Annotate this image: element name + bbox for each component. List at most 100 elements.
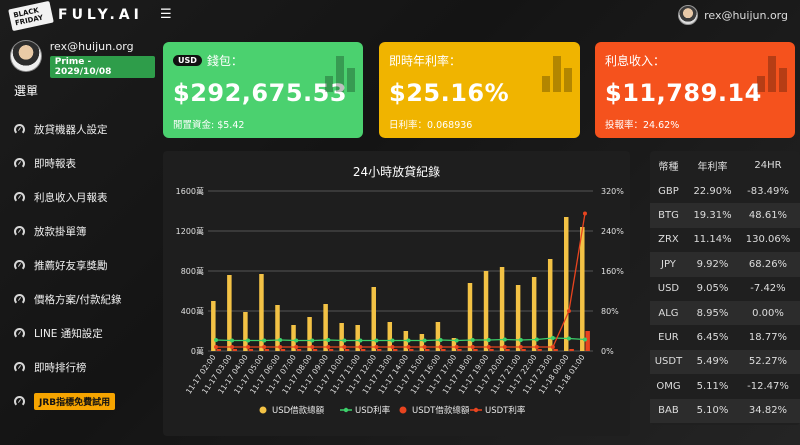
- table-row[interactable]: GBP 22.90% -83.49%: [650, 179, 800, 203]
- point-usdt-rate: [342, 345, 347, 349]
- sidebar-item-bot-settings[interactable]: 放貸機器人設定: [14, 112, 122, 146]
- bar-usdt-amount: [392, 349, 398, 351]
- point-usdt-rate: [518, 345, 523, 349]
- legend-label: USD借款總額: [272, 405, 325, 416]
- sidebar-item-label: 即時報表: [34, 157, 76, 170]
- rate-cell: 9.05%: [696, 283, 729, 295]
- table-row[interactable]: OMG 5.11% -12.47%: [650, 374, 800, 398]
- rates-table: 幣種 年利率 24HR GBP 22.90% -83.49% BTG 19.31% 48.…: [650, 151, 800, 423]
- rate-cell: 22.90%: [693, 185, 732, 197]
- col-24hr[interactable]: 24HR: [738, 151, 798, 179]
- legend-swatch: [259, 406, 267, 414]
- bar-usdt-amount: [521, 349, 526, 351]
- rates-table-panel: 幣種 年利率 24HR GBP 22.90% -83.49% BTG 19.31% 48.…: [650, 151, 800, 425]
- point-usd-rate: [406, 338, 411, 343]
- bar-chart-icon: [325, 56, 355, 92]
- legend-label: USD利率: [355, 405, 391, 416]
- currency-cell: OMG: [656, 380, 681, 392]
- bar-usd-amount: [275, 305, 280, 351]
- sidebar-item-referral[interactable]: 推薦好友享獎勵: [14, 248, 122, 282]
- sidebar-item-order-book[interactable]: 放款掛單簿: [14, 214, 122, 248]
- table-row[interactable]: JPY9.92%68.26%$: [650, 252, 800, 277]
- legend-label: USDT利率: [485, 405, 526, 416]
- series-line-usd-rate: [216, 337, 586, 342]
- point-usdt-rate: [310, 345, 315, 349]
- y-left-tick-label: 400萬: [181, 306, 204, 316]
- bar-usdt-amount: [553, 349, 558, 351]
- point-usdt-rate: [422, 345, 427, 349]
- point-usdt-rate: [566, 309, 571, 313]
- col-currency[interactable]: 幣種: [650, 151, 687, 179]
- legend-swatch: [399, 406, 407, 414]
- table-row[interactable]: ZRX 11.14% 130.06%: [650, 228, 800, 252]
- point-usdt-rate: [438, 345, 443, 349]
- sidebar-item-label: LINE 通知設定: [34, 327, 103, 340]
- sidebar-item-line-notify[interactable]: LINE 通知設定: [14, 316, 122, 350]
- profile-email: rex@huijun.org: [49, 40, 134, 53]
- point-usd-rate: [582, 337, 587, 342]
- bar-usdt-amount: [248, 349, 254, 351]
- sidebar-item-label: 利息收入月報表: [34, 191, 108, 204]
- sidebar-item-label: 價格方案/付款紀錄: [34, 293, 122, 306]
- brand-logo[interactable]: FULY.AI: [58, 7, 143, 23]
- point-usdt-rate: [486, 345, 491, 349]
- point-usdt-rate: [406, 345, 411, 349]
- point-usdt-rate: [230, 345, 235, 349]
- change-cell: 52.27%: [738, 349, 798, 375]
- currency-cell: BAB: [650, 398, 687, 423]
- bar-usdt-amount: [376, 349, 382, 351]
- bar-chart-icon: [542, 56, 572, 92]
- table-row[interactable]: USD9.05%-7.42%$1: [650, 277, 800, 301]
- point-usdt-rate: [582, 211, 587, 216]
- sidebar-item-jrb-trial[interactable]: JRB指標免費試用: [14, 384, 122, 418]
- bar-usdt-amount: [408, 349, 414, 351]
- dashboard-icon: [14, 293, 25, 305]
- lending-chart: 0萬 0%400萬 80%800萬 160%1200萬 240%1600萬 320%11-…: [176, 186, 625, 416]
- point-usd-rate: [502, 337, 507, 342]
- point-usdt-rate: [262, 345, 267, 349]
- table-row[interactable]: BAB 5.10% 34.82%: [650, 398, 800, 423]
- bar-usdt-amount: [569, 349, 574, 351]
- y-right-tick-label: 240%: [601, 227, 624, 236]
- change-cell: 34.82%: [738, 398, 798, 423]
- point-usd-rate: [214, 338, 219, 342]
- top-user-menu[interactable]: rex@huijun.org: [678, 5, 788, 25]
- point-usd-rate: [438, 338, 443, 342]
- point-usd-rate: [454, 338, 459, 343]
- sidebar-item-monthly-income[interactable]: 利息收入月報表: [14, 180, 122, 214]
- currency-cell: ZRX: [658, 234, 679, 246]
- col-rate[interactable]: 年利率: [687, 151, 738, 179]
- bar-usdt-amount: [457, 349, 462, 351]
- table-row[interactable]: ALG 8.95% 0.00%: [650, 300, 800, 326]
- table-row[interactable]: USDT 5.49% 52.27%: [650, 349, 800, 375]
- bar-usdt-amount: [328, 349, 334, 351]
- sidebar-item-label: 即時排行榜: [34, 361, 87, 374]
- change-cell: 48.61%: [738, 203, 798, 228]
- rate-cell: 5.49%: [686, 349, 739, 375]
- table-row[interactable]: EUR 6.45% 18.77%: [650, 325, 800, 349]
- change-cell: 130.06%: [745, 234, 791, 246]
- point-usd-rate: [294, 338, 299, 343]
- sidebar-item-pricing[interactable]: 價格方案/付款紀錄: [14, 282, 122, 316]
- top-user-email: rex@huijun.org: [704, 8, 788, 22]
- rate-cell: 6.45%: [696, 332, 729, 344]
- point-usdt-rate: [326, 345, 331, 349]
- rate-cell: 9.92%: [686, 252, 739, 277]
- sidebar-item-label: JRB指標免費試用: [34, 392, 116, 410]
- currency-pill: USD: [173, 55, 202, 66]
- table-row[interactable]: BTG 19.31% 48.61%: [650, 203, 800, 228]
- bar-usdt-amount: [360, 349, 366, 351]
- sidebar-item-leaderboard[interactable]: 即時排行榜: [14, 350, 122, 384]
- bar-usdt-amount: [473, 349, 478, 351]
- point-usdt-rate: [278, 345, 283, 349]
- hamburger-menu-icon[interactable]: ☰: [160, 7, 172, 22]
- currency-cell: USDT: [650, 349, 687, 375]
- rate-label: 即時年利率：: [389, 54, 462, 68]
- point-usdt-rate: [454, 345, 459, 349]
- sidebar-item-label: 放款掛單簿: [34, 225, 87, 238]
- menu-title: 選單: [14, 84, 39, 98]
- plan-badge: Prime - 2029/10/08: [49, 56, 155, 78]
- point-usd-rate: [422, 338, 427, 343]
- sidebar-item-label: 放貸機器人設定: [34, 123, 108, 136]
- sidebar-item-live-report[interactable]: 即時報表: [14, 146, 122, 180]
